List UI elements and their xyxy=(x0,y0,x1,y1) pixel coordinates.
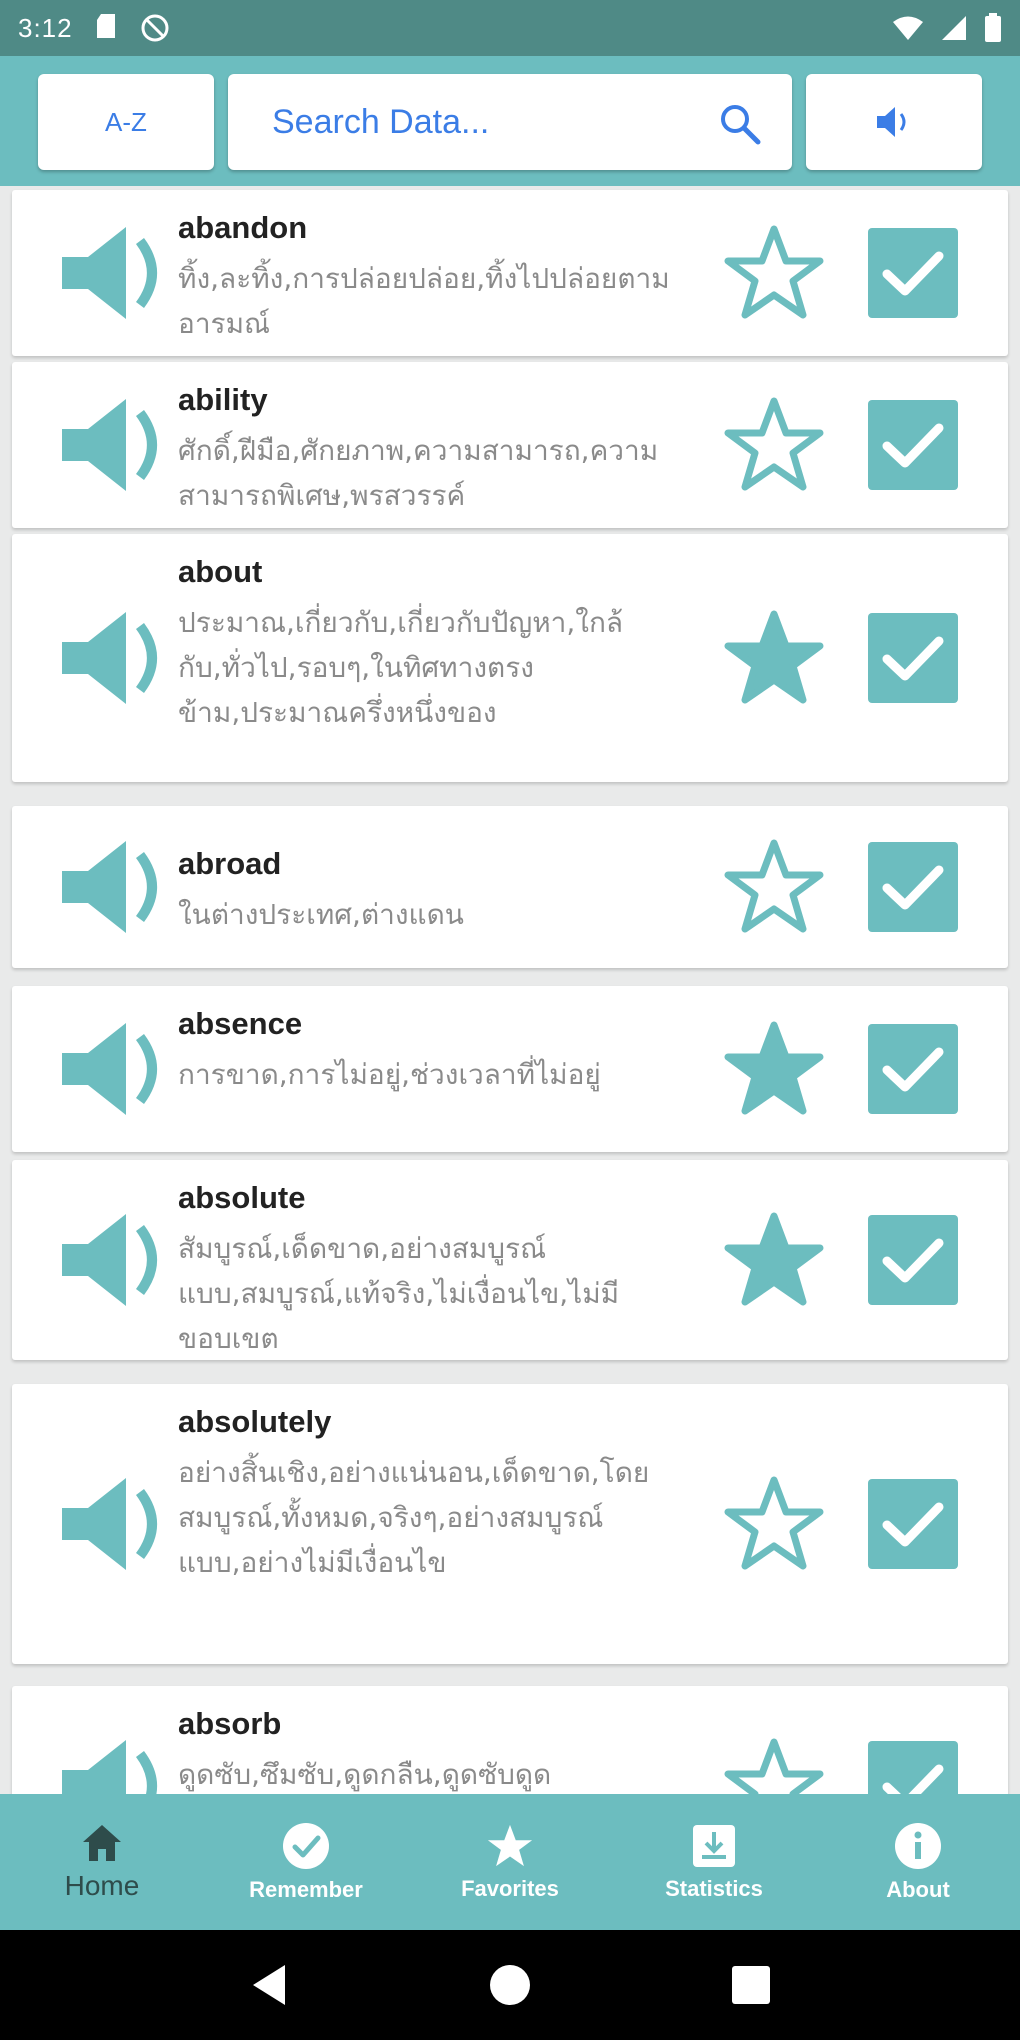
checkmark-icon xyxy=(882,636,944,681)
nav-home-label: Home xyxy=(64,1870,140,1901)
word-text: abandon xyxy=(178,210,308,245)
sound-toggle-button[interactable] xyxy=(806,74,982,170)
word-text: absence xyxy=(178,1006,303,1041)
word-meaning: ประมาณ,เกี่ยวกับ,เกี่ยวกับปัญหา,ใกล้กับ,… xyxy=(178,606,624,729)
status-time: 3:12 xyxy=(18,12,73,43)
star-icon xyxy=(487,1824,533,1867)
signal-icon xyxy=(942,16,966,40)
search-input[interactable] xyxy=(272,102,692,142)
checkmark-icon xyxy=(882,423,944,468)
word-card[interactable]: abroad ในต่างประเทศ,ต่างแดน xyxy=(12,806,1008,968)
nav-statistics[interactable]: Statistics xyxy=(612,1794,816,1930)
star-outline-icon[interactable] xyxy=(724,395,824,495)
word-meaning: สัมบูรณ์,เด็ดขาด,อย่างสมบูรณ์แบบ,สมบูรณ์… xyxy=(178,1232,620,1355)
nav-home[interactable]: Home xyxy=(0,1794,204,1930)
wifi-icon xyxy=(893,16,923,40)
word-meaning: ดูดซับ,ซึมซับ,ดูดกลืน,ดูดซับดูด xyxy=(178,1758,552,1791)
word-list[interactable]: abandon ทิ้ง,ละทิ้ง,การปล่อยปล่อย,ทิ้งไป… xyxy=(0,186,1020,1794)
word-card[interactable]: absence การขาด,การไม่อยู่,ช่วงเวลาที่ไม่… xyxy=(12,986,1008,1152)
checkmark-icon xyxy=(882,1047,944,1092)
checkmark-icon xyxy=(882,1764,944,1794)
word-meaning: ทิ้ง,ละทิ้ง,การปล่อยปล่อย,ทิ้งไปปล่อยตาม… xyxy=(178,262,670,340)
nav-favorites-label: Favorites xyxy=(461,1876,559,1901)
top-toolbar: A-Z xyxy=(0,56,1020,186)
word-card[interactable]: ability ศักดิ์,ฝีมือ,ศักยภาพ,ความสามารถ,… xyxy=(12,362,1008,528)
word-meaning: อย่างสิ้นเชิง,อย่างแน่นอน,เด็ดขาด,โดยสมบ… xyxy=(178,1456,650,1579)
speaker-icon[interactable] xyxy=(60,1474,170,1574)
speaker-icon[interactable] xyxy=(60,1736,170,1794)
star-filled-icon[interactable] xyxy=(724,608,824,708)
nav-about-label: About xyxy=(886,1877,950,1902)
word-card[interactable]: absolutely อย่างสิ้นเชิง,อย่างแน่นอน,เด็… xyxy=(12,1384,1008,1664)
info-icon xyxy=(895,1823,941,1869)
download-box-icon xyxy=(693,1825,735,1867)
remembered-checkbox[interactable] xyxy=(868,842,958,932)
word-card[interactable]: absorb ดูดซับ,ซึมซับ,ดูดกลืน,ดูดซับดูด xyxy=(12,1686,1008,1794)
remembered-checkbox[interactable] xyxy=(868,613,958,703)
remembered-checkbox[interactable] xyxy=(868,228,958,318)
nav-favorites[interactable]: Favorites xyxy=(408,1794,612,1930)
home-icon xyxy=(83,1825,121,1861)
no-sync-icon xyxy=(141,14,169,42)
nav-remember[interactable]: Remember xyxy=(204,1794,408,1930)
nav-statistics-label: Statistics xyxy=(665,1876,763,1901)
speaker-icon[interactable] xyxy=(60,395,170,495)
battery-icon xyxy=(985,13,1001,42)
checkmark-icon xyxy=(882,251,944,296)
sort-az-button[interactable]: A-Z xyxy=(38,74,214,170)
home-circle-icon[interactable] xyxy=(489,1964,531,2006)
word-card[interactable]: absolute สัมบูรณ์,เด็ดขาด,อย่างสมบูรณ์แบ… xyxy=(12,1160,1008,1360)
star-outline-icon[interactable] xyxy=(724,223,824,323)
speaker-icon[interactable] xyxy=(60,1210,170,1310)
word-text: ability xyxy=(178,382,268,417)
word-meaning: ในต่างประเทศ,ต่างแดน xyxy=(178,898,464,931)
bottom-navigation: Home Remember Favorites Statistics About xyxy=(0,1794,1020,1930)
word-text: about xyxy=(178,554,263,589)
check-circle-icon xyxy=(283,1823,329,1869)
status-bar: 3:12 xyxy=(0,0,1020,56)
remembered-checkbox[interactable] xyxy=(868,1215,958,1305)
speaker-icon[interactable] xyxy=(60,608,170,708)
system-navigation-bar xyxy=(0,1930,1020,2040)
search-icon[interactable] xyxy=(718,102,762,146)
star-outline-icon[interactable] xyxy=(724,837,824,937)
nav-remember-label: Remember xyxy=(249,1877,363,1902)
star-filled-icon[interactable] xyxy=(724,1210,824,1310)
checkmark-icon xyxy=(882,1502,944,1547)
word-meaning: การขาด,การไม่อยู่,ช่วงเวลาที่ไม่อยู่ xyxy=(178,1058,601,1091)
recents-icon[interactable] xyxy=(731,1965,771,2005)
remembered-checkbox[interactable] xyxy=(868,1024,958,1114)
remembered-checkbox[interactable] xyxy=(868,1479,958,1569)
checkmark-icon xyxy=(882,865,944,910)
word-card[interactable]: about ประมาณ,เกี่ยวกับ,เกี่ยวกับปัญหา,ใก… xyxy=(12,534,1008,782)
word-text: abroad xyxy=(178,846,282,881)
word-card[interactable]: abandon ทิ้ง,ละทิ้ง,การปล่อยปล่อย,ทิ้งไป… xyxy=(12,190,1008,356)
remembered-checkbox[interactable] xyxy=(868,1741,958,1794)
remembered-checkbox[interactable] xyxy=(868,400,958,490)
nav-about[interactable]: About xyxy=(816,1794,1020,1930)
speaker-icon[interactable] xyxy=(60,223,170,323)
search-box[interactable] xyxy=(228,74,792,170)
speaker-icon[interactable] xyxy=(60,1019,170,1119)
sd-card-icon xyxy=(96,14,115,38)
star-filled-icon[interactable] xyxy=(724,1019,824,1119)
word-meaning: ศักดิ์,ฝีมือ,ศักยภาพ,ความสามารถ,ความสามา… xyxy=(178,434,659,512)
star-outline-icon[interactable] xyxy=(724,1474,824,1574)
back-icon[interactable] xyxy=(249,1963,289,2007)
word-text: absolutely xyxy=(178,1404,332,1439)
speaker-icon[interactable] xyxy=(60,837,170,937)
star-outline-icon[interactable] xyxy=(724,1736,824,1794)
word-text: absorb xyxy=(178,1706,282,1741)
word-text: absolute xyxy=(178,1180,306,1215)
checkmark-icon xyxy=(882,1238,944,1283)
volume-icon xyxy=(877,107,906,137)
